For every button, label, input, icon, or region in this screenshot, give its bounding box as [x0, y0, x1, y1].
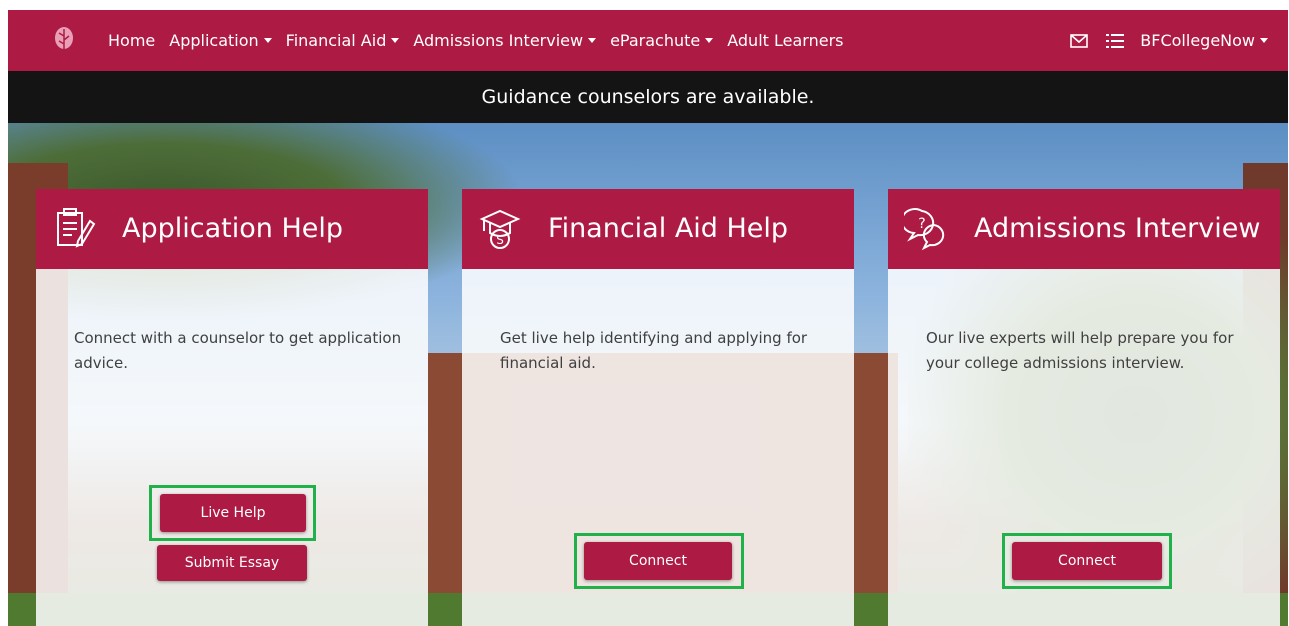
caret-down-icon: [1260, 38, 1268, 43]
nav-adult-learners[interactable]: Adult Learners: [727, 31, 843, 50]
card-description: Our live experts will help prepare you f…: [926, 329, 1234, 372]
nav-right: BFCollegeNow: [1068, 10, 1268, 71]
connect-button[interactable]: Connect: [1012, 542, 1162, 580]
announcement-bar: Guidance counselors are available.: [8, 71, 1288, 123]
live-help-label: Live Help: [200, 505, 266, 521]
nav-adult-learners-label: Adult Learners: [727, 31, 844, 50]
card-description: Get live help identifying and applying f…: [500, 329, 808, 372]
connect-label: Connect: [629, 553, 687, 569]
list-icon[interactable]: [1104, 30, 1126, 52]
caret-down-icon: [391, 38, 400, 43]
connect-label: Connect: [1058, 553, 1116, 569]
connect-button[interactable]: Connect: [584, 542, 732, 580]
nav-admissions-interview[interactable]: Admissions Interview: [413, 31, 597, 50]
card-title: Application Help: [122, 213, 343, 244]
nav-eparachute[interactable]: eParachute: [610, 31, 714, 50]
top-navbar: Home Application Financial Aid Admission…: [8, 10, 1288, 71]
nav-links: Home Application Financial Aid Admission…: [108, 10, 843, 71]
caret-down-icon: [705, 38, 714, 43]
nav-application[interactable]: Application: [169, 31, 272, 50]
card-description: Connect with a counselor to get applicat…: [74, 329, 402, 372]
question-chat-icon: ?: [904, 208, 945, 251]
page-frame: Home Application Financial Aid Admission…: [8, 10, 1288, 626]
application-help-card: Application Help Connect with a counselo…: [36, 189, 428, 626]
card-header: ? Admissions Interview: [888, 189, 1280, 269]
card-header: S Financial Aid Help: [462, 189, 854, 269]
submit-essay-label: Submit Essay: [184, 555, 280, 571]
nav-financial-aid[interactable]: Financial Aid: [286, 31, 400, 50]
document-pen-icon: [57, 208, 96, 248]
announcement-text: Guidance counselors are available.: [481, 86, 815, 108]
admissions-interview-card: ? Admissions Interview Our live experts …: [888, 189, 1280, 626]
user-menu-label: BFCollegeNow: [1140, 31, 1255, 50]
caret-down-icon: [263, 38, 272, 43]
graduation-money-icon: S: [479, 209, 521, 249]
nav-application-label: Application: [169, 31, 259, 50]
card-title: Financial Aid Help: [548, 213, 789, 244]
mail-icon[interactable]: [1068, 30, 1090, 52]
svg-text:S: S: [496, 233, 504, 247]
card-header: Application Help: [36, 189, 428, 269]
nav-eparachute-label: eParachute: [610, 31, 701, 50]
financial-aid-help-card: S Financial Aid Help Get live help ident…: [462, 189, 854, 626]
live-help-button[interactable]: Live Help: [160, 494, 306, 532]
caret-down-icon: [588, 38, 597, 43]
nav-home[interactable]: Home: [108, 31, 155, 50]
user-menu[interactable]: BFCollegeNow: [1140, 31, 1268, 50]
submit-essay-button[interactable]: Submit Essay: [157, 545, 307, 581]
nav-admissions-interview-label: Admissions Interview: [413, 31, 584, 50]
nav-financial-aid-label: Financial Aid: [285, 31, 387, 50]
leaf-logo-icon[interactable]: [52, 26, 76, 52]
card-title: Admissions Interview: [974, 213, 1261, 244]
nav-home-label: Home: [108, 31, 156, 50]
